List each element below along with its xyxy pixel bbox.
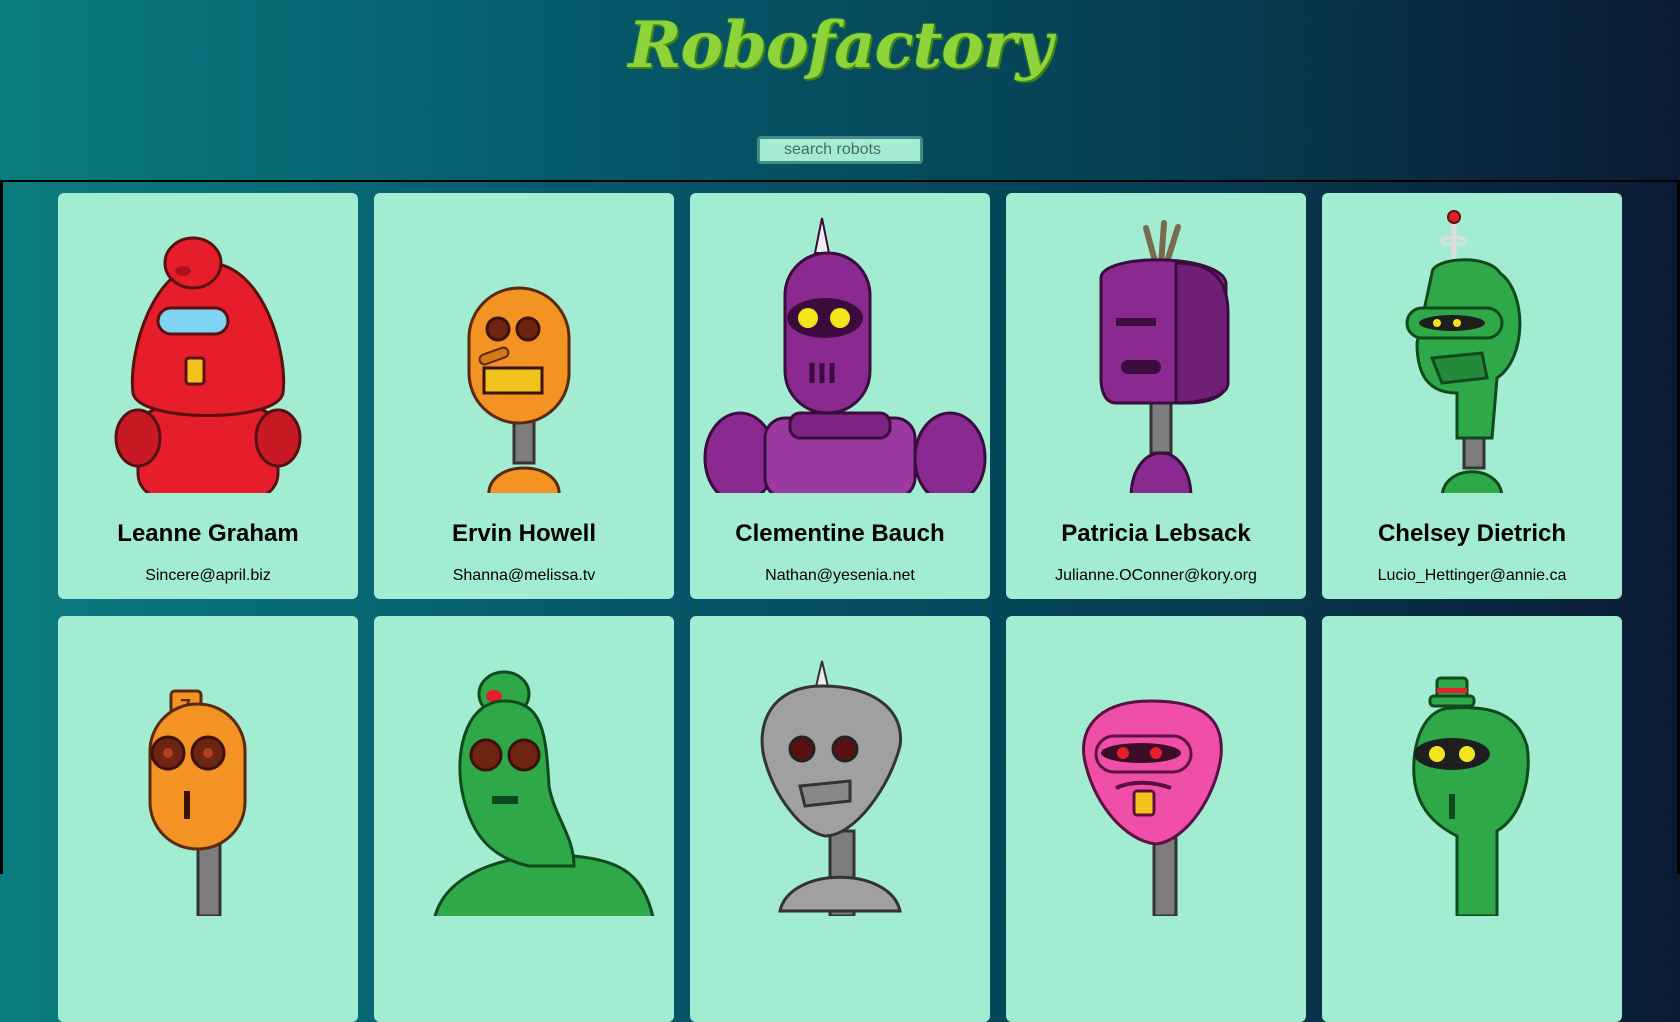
robot-avatar-image [467, 286, 571, 493]
robot-email: Julianne.OConner@kory.org [1055, 567, 1257, 584]
robot-card[interactable]: Patricia Lebsack Julianne.OConner@kory.o… [1006, 193, 1306, 599]
robot-avatar-image [1082, 699, 1223, 916]
header: Robofactory [0, 0, 1680, 180]
robot-card[interactable] [1322, 616, 1622, 1022]
card-list: Leanne Graham Sincere@april.biz Ervin Ho… [0, 180, 1680, 1022]
robot-card[interactable]: Chelsey Dietrich Lucio_Hettinger@annie.c… [1322, 193, 1622, 599]
robot-avatar-image [114, 236, 302, 493]
robot-avatar-image [1405, 210, 1522, 493]
robot-email: Nathan@yesenia.net [765, 567, 915, 584]
robot-name: Clementine Bauch [735, 520, 945, 547]
robot-name: Chelsey Dietrich [1377, 520, 1567, 547]
robot-email: Lucio_Hettinger@annie.ca [1377, 567, 1567, 584]
robot-name: Leanne Graham [117, 520, 299, 547]
robot-card[interactable] [374, 616, 674, 1022]
robot-card[interactable] [690, 616, 990, 1022]
robot-card[interactable]: Ervin Howell Shanna@melissa.tv [374, 193, 674, 599]
robot-avatar-image [703, 217, 987, 493]
search-input[interactable] [757, 136, 923, 164]
robot-avatar-image [1099, 220, 1230, 493]
robot-email: Sincere@april.biz [145, 567, 271, 584]
robot-email: Shanna@melissa.tv [452, 567, 596, 584]
robot-avatar-image [1412, 676, 1530, 916]
robot-card[interactable]: Leanne Graham Sincere@april.biz [58, 193, 358, 599]
robot-name: Ervin Howell [451, 520, 597, 547]
robot-card[interactable]: 7 [58, 616, 358, 1022]
robot-avatar-image [760, 660, 903, 916]
robot-avatar-image: 7 [148, 689, 247, 916]
robot-card[interactable]: Clementine Bauch Nathan@yesenia.net [690, 193, 990, 599]
robot-avatar-image [433, 670, 655, 916]
app-title-logo: Robofactory [628, 8, 1052, 83]
robot-name: Patricia Lebsack [1061, 520, 1251, 547]
robot-card[interactable] [1006, 616, 1306, 1022]
